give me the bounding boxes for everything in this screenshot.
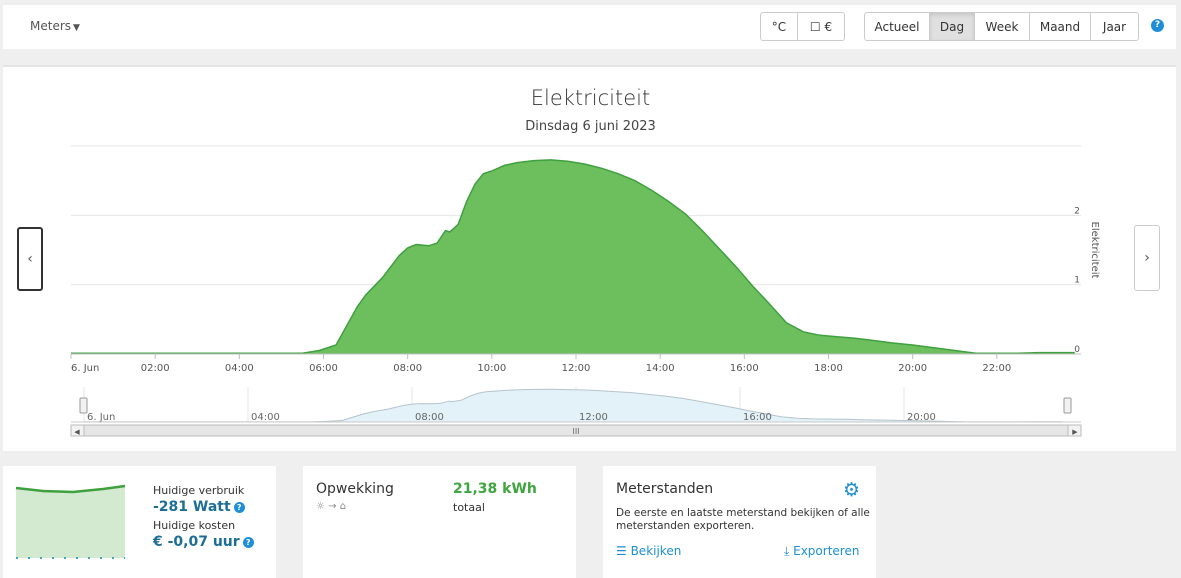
current-usage-value: -281 Watt xyxy=(153,499,231,515)
electricity-area xyxy=(71,159,1075,354)
gear-icon[interactable]: ⚙ xyxy=(843,479,860,501)
generation-title: Opwekking xyxy=(316,481,394,497)
y-axis-title: Elektriciteit xyxy=(1089,222,1100,279)
current-cost-label: Huidige kosten xyxy=(153,519,236,532)
view-readings-link[interactable]: ☰ Bekijken xyxy=(616,544,681,558)
meter-readings-description: De eerste en laatste meterstand bekijken… xyxy=(616,507,870,532)
x-tick-label: 02:00 xyxy=(141,363,170,374)
meter-readings-title: Meterstanden xyxy=(616,481,714,497)
usage-card: Huidige verbruik -281 Watt? Huidige kost… xyxy=(3,466,276,578)
help-icon[interactable]: ? xyxy=(233,501,245,513)
export-readings-link[interactable]: ⤓ Exporteren xyxy=(784,544,859,559)
export-readings-label: Exporteren xyxy=(793,544,860,558)
navigator-tick-label: 6. Jun xyxy=(87,412,115,423)
scrollbar-grip: III xyxy=(572,427,579,436)
x-tick-label: 12:00 xyxy=(562,363,591,374)
x-tick-label: 16:00 xyxy=(730,363,759,374)
x-tick-label: 10:00 xyxy=(477,363,506,374)
help-icon[interactable]: ? xyxy=(242,536,254,548)
navigator-tick-label: 16:00 xyxy=(743,412,772,423)
download-icon: ⤓ xyxy=(784,544,794,558)
next-day-button[interactable]: › xyxy=(1134,225,1160,291)
view-readings-label: Bekijken xyxy=(630,544,682,558)
x-tick-label: 14:00 xyxy=(646,363,675,374)
current-cost-value: € -0,07 uur xyxy=(153,534,240,550)
chevron-right-icon: › xyxy=(1144,250,1150,266)
chevron-left-icon: ‹ xyxy=(27,251,33,267)
x-tick-label: 6. Jun xyxy=(71,363,99,374)
navigator-tick-label: 08:00 xyxy=(415,412,444,423)
y-tick-label: 2 xyxy=(1074,206,1080,216)
x-tick-label: 04:00 xyxy=(225,363,254,374)
list-icon: ☰ xyxy=(616,544,631,558)
current-usage-label: Huidige verbruik xyxy=(153,484,245,497)
usage-sparkline xyxy=(15,484,126,559)
previous-day-button[interactable]: ‹ xyxy=(17,227,43,291)
sparkline-area xyxy=(16,486,125,558)
y-tick-label: 1 xyxy=(1074,276,1080,286)
x-tick-label: 20:00 xyxy=(898,363,927,374)
navigator-handle xyxy=(79,397,88,414)
x-tick-label: 06:00 xyxy=(309,363,338,374)
navigator-tick-label: 04:00 xyxy=(251,412,280,423)
x-tick-label: 18:00 xyxy=(814,363,843,374)
current-usage-value-row: -281 Watt? xyxy=(153,499,245,515)
scroll-left-icon[interactable]: ◀ xyxy=(74,428,80,436)
sun-to-home-icon: ☼ → ⌂ xyxy=(316,501,347,512)
generation-total-label: totaal xyxy=(453,501,485,514)
scroll-right-icon[interactable]: ▶ xyxy=(1072,428,1078,436)
generation-value: 21,38 kWh xyxy=(453,481,537,497)
y-tick-label: 0 xyxy=(1074,345,1080,355)
meter-readings-card: Meterstanden ⚙ De eerste en laatste mete… xyxy=(603,466,876,578)
electricity-chart: 6. Jun 02:00 04:00 06:00 08:00 10:00 12:00 14:0… xyxy=(70,145,1100,437)
navigator-handle xyxy=(1063,397,1072,414)
navigator-tick-label: 20:00 xyxy=(907,412,936,423)
navigator-tick-label: 12:00 xyxy=(579,412,608,423)
x-tick-label: 08:00 xyxy=(393,363,422,374)
current-cost-value-row: € -0,07 uur? xyxy=(153,534,254,550)
x-tick-label: 22:00 xyxy=(982,363,1011,374)
generation-card: Opwekking ☼ → ⌂ 21,38 kWh totaal xyxy=(303,466,576,578)
